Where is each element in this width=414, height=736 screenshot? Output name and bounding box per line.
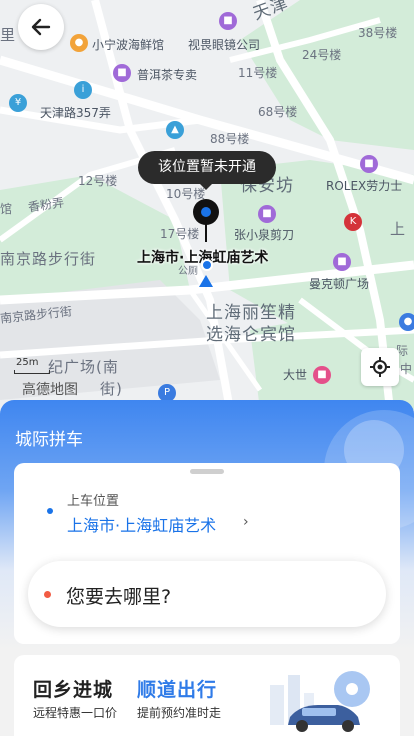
map-scale-bar [14,370,50,374]
destination-input[interactable]: 您要去哪里? [28,561,386,627]
map-label: 上 [390,220,407,238]
map-label: 街) [100,380,123,398]
booking-panel: 城际拼车 上车位置 上海市·上海虹庙艺术 › 您要去哪里? 回乡进城 顺道出行 … [0,400,414,736]
poi-info-icon: i [74,81,92,99]
poi-shop-icon: ■ [258,205,276,223]
back-button[interactable] [18,4,64,50]
map-label: 视畏眼镜公司 [188,38,261,52]
poi-restaurant-icon: ● [70,34,88,52]
map-label: 11号楼 [238,66,278,80]
arrow-left-icon [31,18,51,36]
map-scale-label: 25m [16,357,39,368]
drag-handle[interactable] [190,469,224,474]
map-label: 普洱茶专卖 [137,68,198,82]
map-label: ROLEX劳力士 [326,179,403,193]
destination-dot-icon [44,591,51,598]
current-location-icon [201,259,213,271]
location-unavailable-tooltip: 该位置暂未开通 [138,151,276,190]
map-label: 选海仑宾馆 [206,325,296,345]
map-label: 68号楼 [258,105,298,119]
promo-banner[interactable]: 回乡进城 顺道出行 远程特惠一口价 提前预约准时走 [14,655,400,736]
poi-shop-icon: ■ [313,366,331,384]
map-label: 中 [400,362,413,376]
map-label: 张小泉剪刀 [234,228,295,242]
map-pin-stem [205,224,207,242]
poi-kfc-icon: K [344,213,362,231]
poi-shop-icon: ■ [360,155,378,173]
pickup-label: 上车位置 [67,494,120,509]
poi-building-icon: ▲ [166,121,184,139]
crosshair-icon [370,357,390,377]
route-card: 上车位置 上海市·上海虹庙艺术 › 您要去哪里? [14,463,400,644]
poi-shop-icon: ■ [113,64,131,82]
map-label: 里 [0,26,17,44]
map-label: 24号楼 [302,48,342,62]
map-label: 天津路357弄 [40,106,111,120]
map-label: 12号楼 [78,174,118,188]
pickup-dot-icon [47,508,53,514]
promo-subtitle-left: 远程特惠一口价 [33,706,118,720]
poi-bank-icon: ¥ [9,94,27,112]
map-label: 88号楼 [210,132,250,146]
map-view[interactable]: ● ■ ■ ■ ■ ■ ■ P ▲ ¥ i K ● 天津 小宁波海鲜馆 视畏眼镜… [0,0,414,410]
poi-shop-icon: ■ [219,12,237,30]
chevron-right-icon[interactable]: › [243,514,249,530]
map-label: 纪广场(南 [48,358,119,376]
pickup-location-link[interactable]: 上海市·上海虹庙艺术 [67,512,216,536]
map-label: 馆 [0,202,13,216]
destination-placeholder: 您要去哪里? [66,586,172,608]
poi-location-icon: ● [399,313,414,331]
promo-subtitle-right: 提前预约准时走 [137,706,222,720]
poi-shop-icon: ■ [333,253,351,271]
map-label: 大世 [283,368,308,382]
map-label: 17号楼 [160,227,200,241]
map-label: 小宁波海鲜馆 [92,38,165,52]
heading-arrow-icon [199,275,213,287]
promo-title-left: 回乡进城 [33,679,114,701]
map-pin-icon[interactable] [193,199,219,225]
map-label: 38号楼 [358,26,398,40]
map-provider-logo: 高德地图 [22,382,78,398]
locate-me-button[interactable] [361,348,399,386]
map-label: 南京路步行街 [0,250,97,268]
panel-title: 城际拼车 [15,430,83,450]
map-label: 曼克顿广场 [309,277,370,291]
promo-title-right: 顺道出行 [137,679,218,701]
car-illustration-icon [270,671,370,732]
